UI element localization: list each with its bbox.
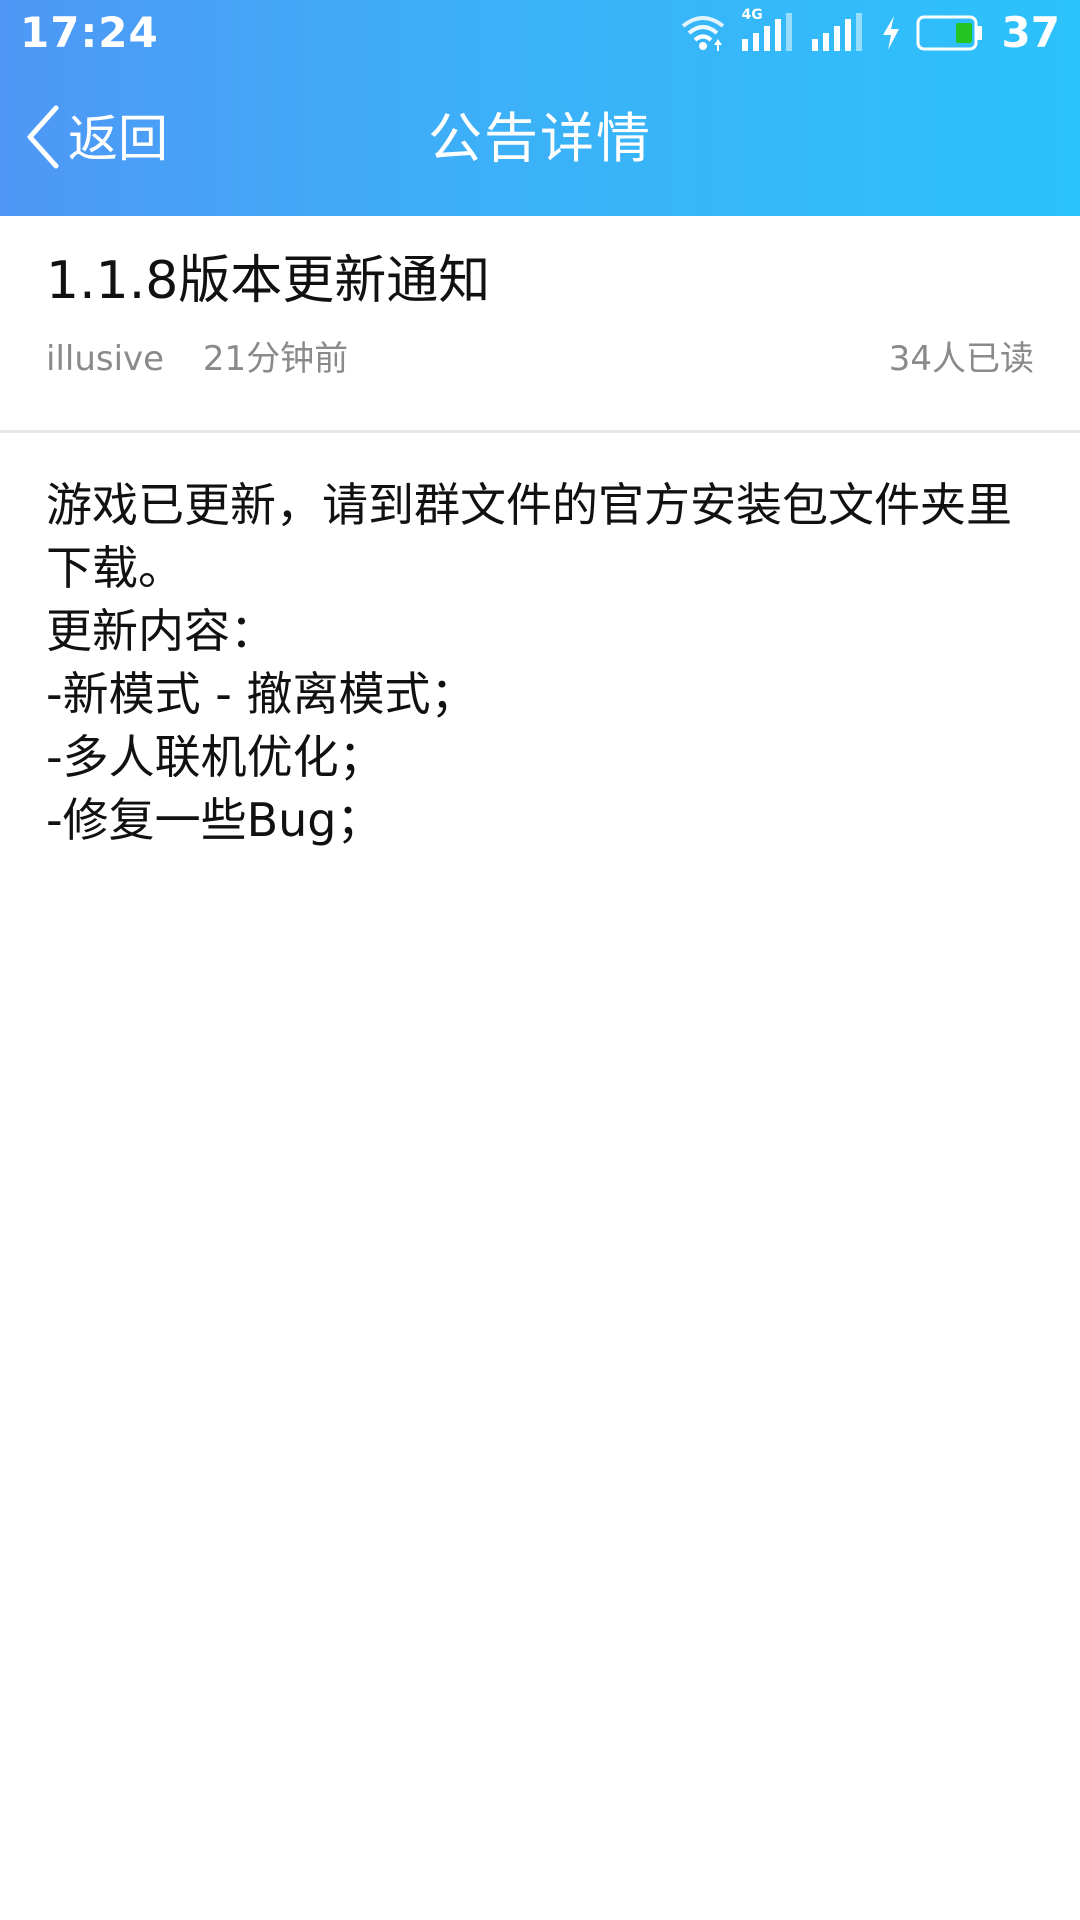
notice-body-line: -修复一些Bug； <box>46 793 383 847</box>
notice-time: 21分钟前 <box>202 339 349 379</box>
status-icons: 4G 37 <box>680 7 1060 58</box>
notice-author[interactable]: illusive <box>46 339 164 379</box>
nav-bar: 返回 公告详情 <box>0 66 1080 216</box>
wifi-icon <box>680 13 726 53</box>
battery-level: 37 <box>1001 8 1060 57</box>
notice-title: 1.1.8版本更新通知 <box>46 251 491 311</box>
page-title: 公告详情 <box>428 107 652 170</box>
notice-meta: illusive 21分钟前 34人已读 <box>46 334 1034 384</box>
notice-body-line: -多人联机优化； <box>46 730 385 784</box>
notice-body: 游戏已更新，请到群文件的官方安装包文件夹里下载。 更新内容： -新模式 - 撤离… <box>46 474 1020 852</box>
charging-icon <box>880 15 902 51</box>
notice-body-line: 游戏已更新，请到群文件的官方安装包文件夹里下载。 <box>46 478 1012 595</box>
status-bar: 17:24 4G 37 <box>0 0 1080 66</box>
app-header: 17:24 4G 37 返回 公告详情 <box>0 0 1080 216</box>
notice-header: 1.1.8版本更新通知 illusive 21分钟前 34人已读 <box>0 216 1080 433</box>
signal-4g-icon: 4G <box>740 7 796 55</box>
signal-icon <box>810 11 866 55</box>
notice-body-line: 更新内容： <box>46 604 276 658</box>
status-time: 17:24 <box>20 8 159 57</box>
notice-read-count[interactable]: 34人已读 <box>889 334 1034 384</box>
battery-icon <box>916 14 984 52</box>
notice-body-line: -新模式 - 撤离模式； <box>46 667 477 721</box>
